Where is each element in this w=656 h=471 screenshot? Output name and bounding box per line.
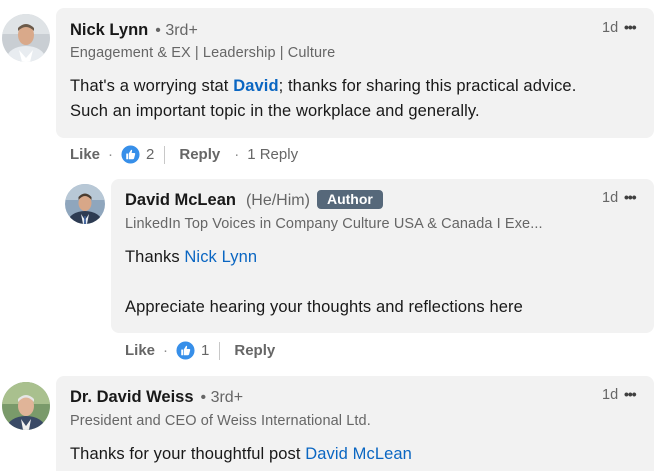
reply-button[interactable]: Reply — [179, 146, 220, 163]
avatar-david-weiss[interactable] — [2, 382, 50, 430]
comment-body: Thanks Nick Lynn Appreciate hearing your… — [125, 248, 523, 316]
comment-body: That's a worrying stat David; thanks for… — [70, 77, 577, 120]
comment-bubble-david-weiss: Dr. David Weiss • 3rd+ President and CEO… — [56, 376, 654, 471]
connection-degree: • 3rd+ — [200, 389, 244, 406]
thumbs-up-icon[interactable] — [121, 145, 140, 164]
comment-timestamp: 1d — [602, 190, 619, 206]
commenter-name[interactable]: David McLean — [125, 191, 236, 210]
commenter-name[interactable]: Nick Lynn — [70, 21, 148, 40]
author-badge: Author — [316, 190, 383, 209]
comment-actions: Like · 2 Reply · 1 Reply — [70, 145, 298, 164]
separator-dot: · — [108, 146, 114, 163]
comment-timestamp: 1d — [602, 387, 619, 403]
pronouns: (He/Him) — [245, 192, 310, 209]
like-button[interactable]: Like — [125, 342, 155, 359]
ellipsis-icon[interactable]: ••• — [624, 189, 637, 205]
reply-count-link[interactable]: 1 Reply — [247, 146, 298, 163]
separator-dot: · — [163, 342, 169, 359]
comment-body: Thanks for your thoughtful post David Mc… — [70, 445, 412, 463]
profile-photo — [2, 382, 50, 430]
reaction-count[interactable]: 2 — [146, 146, 154, 163]
reply-button[interactable]: Reply — [234, 342, 275, 359]
thumbs-up-icon[interactable] — [176, 341, 195, 360]
comment-bubble-david-mclean: David McLean (He/Him) Author LinkedIn To… — [111, 179, 654, 333]
profile-photo — [65, 184, 105, 224]
ellipsis-icon[interactable]: ••• — [624, 386, 637, 402]
commenter-headline: LinkedIn Top Voices in Company Culture U… — [125, 216, 543, 232]
reaction-count[interactable]: 1 — [201, 342, 209, 359]
ellipsis-icon[interactable]: ••• — [624, 19, 637, 35]
comment-timestamp: 1d — [602, 20, 619, 36]
like-button[interactable]: Like — [70, 146, 100, 163]
comment-header: David McLean (He/Him) Author — [125, 190, 383, 210]
comment-header: Nick Lynn • 3rd+ — [70, 21, 198, 40]
mention-link[interactable]: Nick Lynn — [184, 248, 257, 266]
profile-photo — [2, 14, 50, 62]
connection-degree: • 3rd+ — [155, 22, 198, 39]
commenter-headline: Engagement & EX | Leadership | Culture — [70, 45, 336, 61]
avatar-david-mclean[interactable] — [65, 184, 105, 224]
comment-header: Dr. David Weiss • 3rd+ — [70, 388, 243, 407]
comment-actions: Like · 1 Reply — [125, 341, 275, 360]
avatar-nick-lynn[interactable] — [2, 14, 50, 62]
commenter-headline: President and CEO of Weiss International… — [70, 413, 371, 429]
divider — [219, 341, 221, 360]
commenter-name[interactable]: Dr. David Weiss — [70, 388, 194, 407]
mention-link[interactable]: David McLean — [305, 445, 412, 463]
mention-link[interactable]: David — [233, 77, 278, 95]
divider — [164, 145, 166, 164]
comment-bubble-nick-lynn: Nick Lynn • 3rd+ Engagement & EX | Leade… — [56, 8, 654, 138]
separator-dot: · — [234, 146, 240, 163]
